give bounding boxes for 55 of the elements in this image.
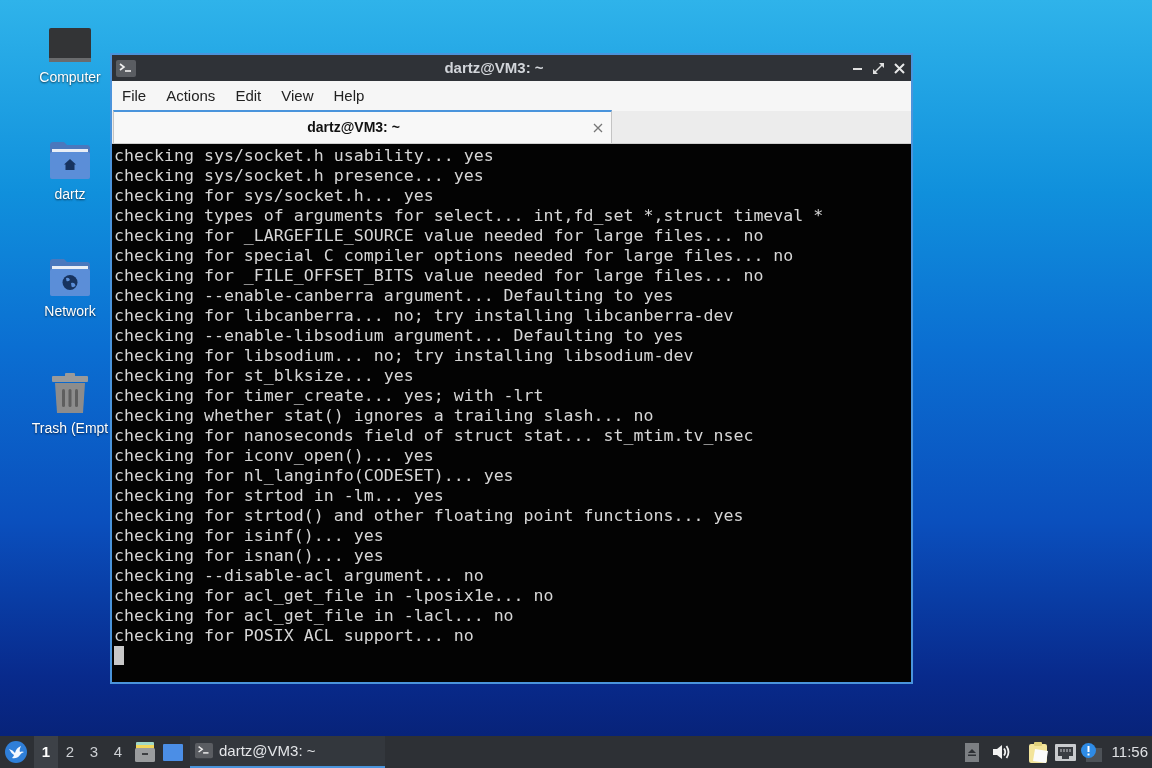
clipboard-icon[interactable] [1028,741,1049,763]
output-line: checking for _LARGEFILE_SOURCE value needed for large files... no [114,226,764,246]
cursor-icon [114,646,124,665]
home-folder-icon[interactable] [50,142,90,179]
output-line: checking for isnan()... yes [114,546,384,566]
output-line: checking for _FILE_OFFSET_BITS value needed for large files... no [114,266,764,286]
desktop-icon-label[interactable]: dartz [54,185,86,203]
maximize-icon[interactable] [873,62,884,74]
workspace-button[interactable]: 3 [82,736,106,768]
menu-item[interactable]: View [271,86,324,106]
output-line: checking for nanoseconds field of struct stat... st_mtim.tv_nsec [114,426,754,446]
menu-item[interactable]: Actions [156,86,226,106]
workspace-button[interactable]: 1 [34,736,58,768]
volume-icon[interactable] [992,744,1010,760]
output-line: checking --enable-libsodium argument... Defaulting to yes [114,326,684,346]
clock[interactable]: 11:56 [1111,740,1148,764]
output-line: checking for acl_get_file in -lposix1e... no [114,586,554,606]
output-line: checking for libsodium... no; try installing libsodium-dev [114,346,694,366]
output-line: checking for st_blksize... yes [114,366,414,386]
output-line: checking for timer_create... yes; with -lrt [114,386,544,406]
globe-folder-icon[interactable] [50,259,90,296]
eject-icon[interactable] [964,742,979,762]
desktop-icon-label[interactable]: Trash (Empt [31,419,109,437]
output-line: checking for POSIX ACL support... no [114,626,474,646]
desktop-icon-label[interactable]: Network [44,302,96,320]
terminal-icon [195,743,213,759]
workspace-button[interactable]: 4 [106,736,130,768]
ethernet-icon[interactable] [1054,743,1076,761]
menu-item[interactable]: Help [323,86,375,106]
menu-item[interactable]: File [112,86,157,106]
bird-icon[interactable] [5,741,27,763]
output-line: checking sys/socket.h presence... yes [114,166,484,186]
output-line: checking --enable-canberra argument... Defaulting to yes [114,286,674,306]
tab[interactable]: dartz@VM3: ~ [113,110,612,143]
output-line: checking sys/socket.h usability... yes [114,146,494,166]
output-line: checking for isinf()... yes [114,526,384,546]
output-line: checking for sys/socket.h... yes [114,186,434,206]
workspace-button[interactable]: 2 [58,736,82,768]
output-line: checking types of arguments for select... int,fd_set *,struct timeval * [114,206,824,226]
output-line: checking for strtod() and other floating point functions... yes [114,506,744,526]
output-line: checking --disable-acl argument... no [114,566,484,586]
terminal-icon [116,59,136,77]
output-line: checking for strtod in -lm... yes [114,486,444,506]
screen-icon[interactable] [163,743,183,761]
output-line: checking for libcanberra... no; try installing libcanberra-dev [114,306,734,326]
alert-icon[interactable] [1080,742,1102,762]
output-line: checking for special C compiler options needed for large files... no [114,246,794,266]
output-line: checking whether stat() ignores a trailing slash... no [114,406,654,426]
output-line: checking for nl_langinfo(CODESET)... yes [114,466,514,486]
menu-item[interactable]: Edit [225,86,272,106]
output-line: checking for acl_get_file in -lacl... no [114,606,514,626]
output-line: checking for iconv_open()... yes [114,446,434,466]
window-title: dartz@VM3: ~ [443,57,545,78]
file-drawer-icon[interactable] [135,742,155,762]
task-button[interactable]: dartz@VM3: ~ [190,736,385,768]
